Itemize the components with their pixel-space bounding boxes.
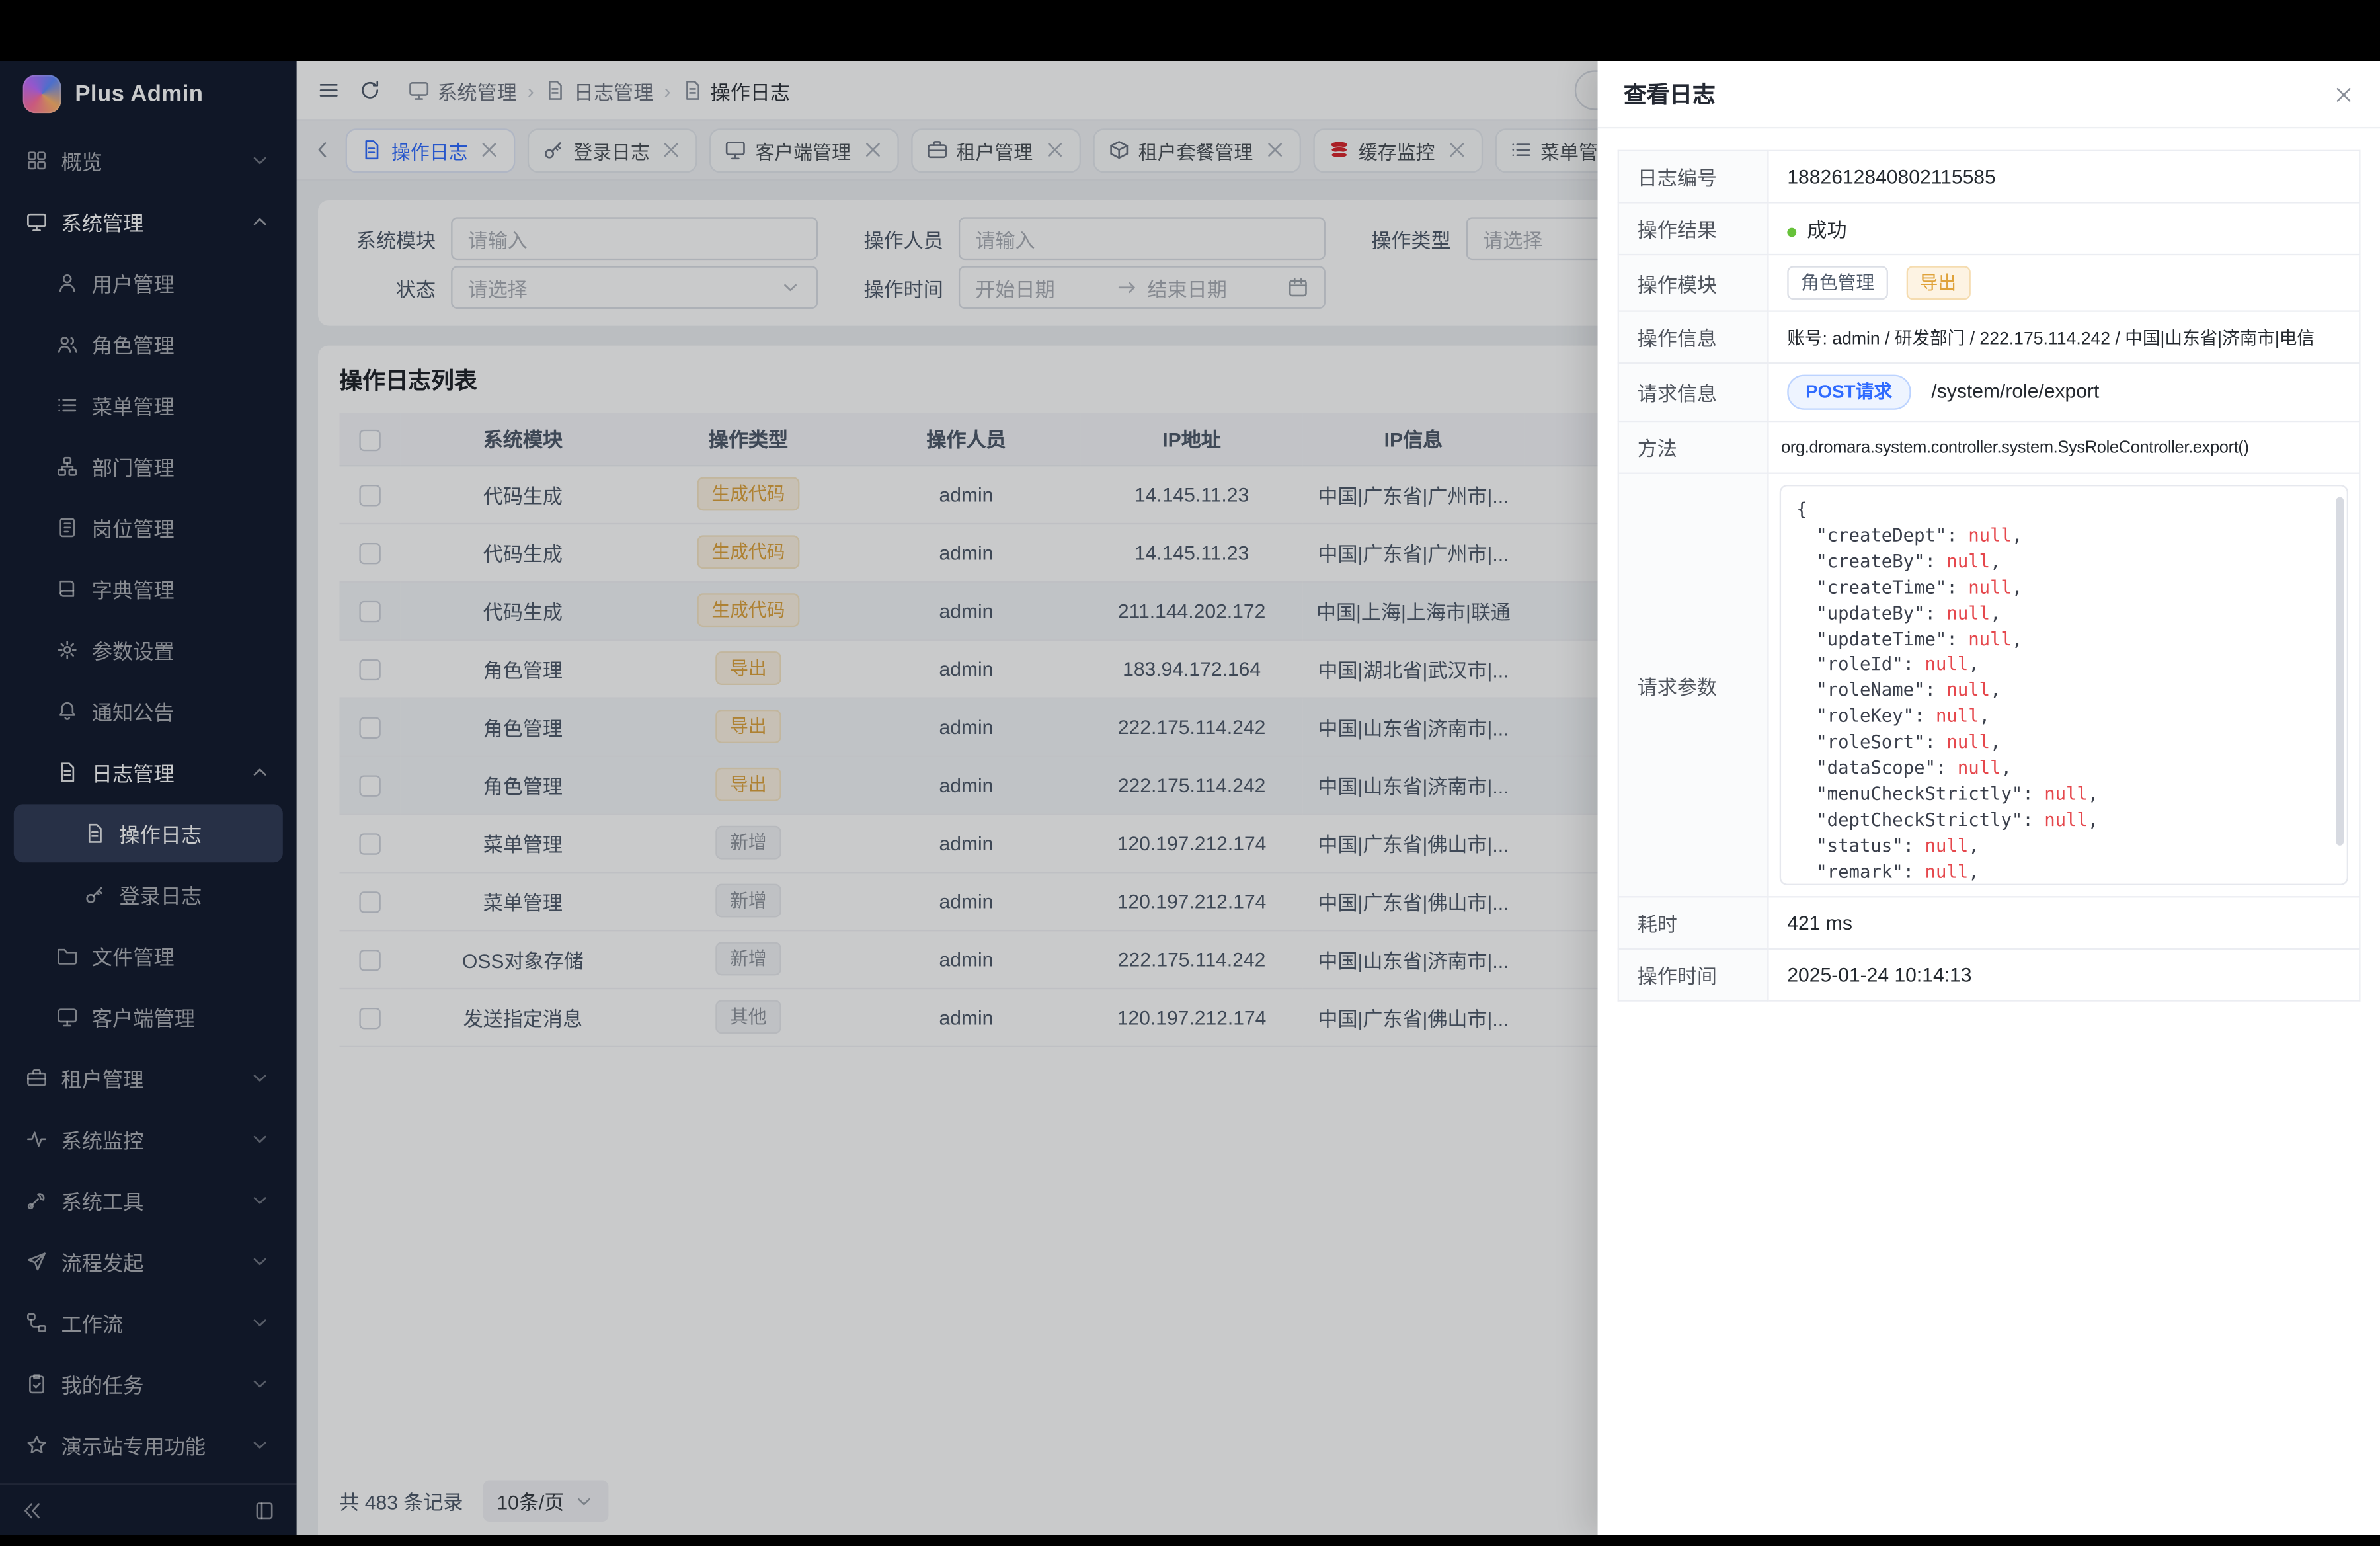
detail-row-method: 方法 org.dromara.system.controller.system.… <box>1618 421 2360 473</box>
detail-value-log-id: 1882612840802115585 <box>1768 151 2360 203</box>
detail-row-module: 操作模块 角色管理 导出 <box>1618 255 2360 311</box>
detail-row-request: 请求信息 POST请求 /system/role/export <box>1618 363 2360 421</box>
detail-row-op-time: 操作时间 2025-01-24 10:14:13 <box>1618 949 2360 1001</box>
detail-row-log-id: 日志编号 1882612840802115585 <box>1618 151 2360 203</box>
detail-label: 请求信息 <box>1618 363 1768 421</box>
request-url: /system/role/export <box>1931 380 2099 403</box>
detail-value-params: {"createDept": null,"createBy": null,"cr… <box>1768 473 2360 897</box>
screen: Plus Admin 概览系统管理用户管理角色管理菜单管理部门管理岗位管理字典管… <box>0 0 2380 1546</box>
operation-type-tag: 导出 <box>1906 266 1970 300</box>
detail-value-result: 成功 <box>1768 202 2360 255</box>
json-line: "createBy": null, <box>1796 549 2331 575</box>
drawer-title: 查看日志 <box>1624 78 1716 110</box>
detail-label: 方法 <box>1618 421 1768 473</box>
detail-label: 操作结果 <box>1618 202 1768 255</box>
post-method-tag: POST请求 <box>1787 375 1911 410</box>
detail-label: 操作信息 <box>1618 311 1768 364</box>
detail-row-info: 操作信息 账号: admin / 研发部门 / 222.175.114.242 … <box>1618 311 2360 364</box>
detail-value-module: 角色管理 导出 <box>1768 255 2360 311</box>
module-tag: 角色管理 <box>1787 266 1888 300</box>
detail-value-request: POST请求 /system/role/export <box>1768 363 2360 421</box>
json-line: "roleKey": null, <box>1796 704 2331 729</box>
request-params-block: {"createDept": null,"createBy": null,"cr… <box>1780 485 2348 885</box>
success-dot-icon <box>1787 227 1796 237</box>
detail-label: 操作时间 <box>1618 949 1768 1001</box>
detail-label: 操作模块 <box>1618 255 1768 311</box>
json-line: "dataScope": null, <box>1796 756 2331 782</box>
json-line: "createDept": null, <box>1796 523 2331 549</box>
json-line: "updateTime": null, <box>1796 626 2331 652</box>
detail-label: 日志编号 <box>1618 151 1768 203</box>
json-line: "roleSort": null, <box>1796 729 2331 755</box>
params-code[interactable]: {"createDept": null,"createBy": null,"cr… <box>1780 485 2348 885</box>
detail-value-info: 账号: admin / 研发部门 / 222.175.114.242 / 中国|… <box>1768 311 2360 364</box>
json-line: { <box>1796 497 2331 523</box>
result-text: 成功 <box>1807 219 1846 242</box>
json-line: "updateBy": null, <box>1796 600 2331 626</box>
json-line: "roleName": null, <box>1796 678 2331 704</box>
json-line: "status": null, <box>1796 833 2331 859</box>
log-detail-drawer: 查看日志 日志编号 1882612840802115585 操作结果 成功 <box>1598 61 2380 1535</box>
drawer-body: 日志编号 1882612840802115585 操作结果 成功 操作模块 角色… <box>1598 128 2380 1023</box>
detail-label: 请求参数 <box>1618 473 1768 897</box>
detail-value-duration: 421 ms <box>1768 897 2360 949</box>
scrollbar-thumb[interactable] <box>2336 497 2344 846</box>
log-detail-table: 日志编号 1882612840802115585 操作结果 成功 操作模块 角色… <box>1618 150 2361 1002</box>
detail-value-op-time: 2025-01-24 10:14:13 <box>1768 949 2360 1001</box>
json-line: "remark": null, <box>1796 859 2331 885</box>
detail-row-params: 请求参数 {"createDept": null,"createBy": nul… <box>1618 473 2360 897</box>
detail-label: 耗时 <box>1618 897 1768 949</box>
app-window: Plus Admin 概览系统管理用户管理角色管理菜单管理部门管理岗位管理字典管… <box>0 61 2380 1535</box>
detail-row-result: 操作结果 成功 <box>1618 202 2360 255</box>
json-line: "createTime": null, <box>1796 575 2331 600</box>
json-line: "roleId": null, <box>1796 652 2331 678</box>
json-line: "menuCheckStrictly": null, <box>1796 782 2331 807</box>
json-line: "deptCheckStrictly": null, <box>1796 807 2331 833</box>
detail-value-method: org.dromara.system.controller.system.Sys… <box>1768 421 2360 473</box>
drawer-header: 查看日志 <box>1598 61 2380 129</box>
drawer-close-icon[interactable] <box>2333 83 2354 104</box>
detail-row-duration: 耗时 421 ms <box>1618 897 2360 949</box>
